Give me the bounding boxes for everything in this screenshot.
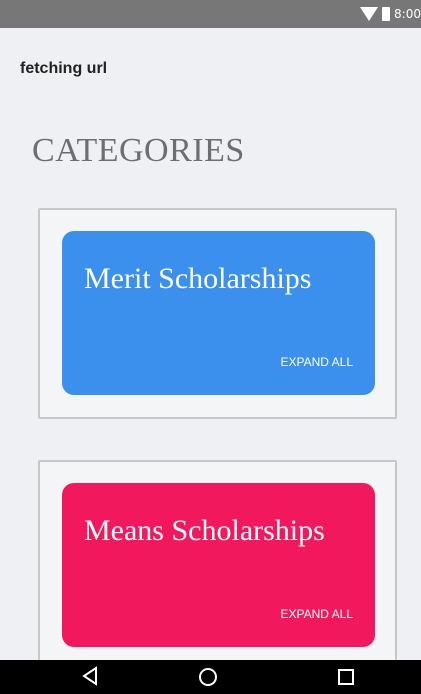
status-bar: 8:00 xyxy=(0,0,421,28)
back-icon[interactable] xyxy=(77,666,103,692)
category-card: Means Scholarships EXPAND ALL xyxy=(38,460,397,671)
section-title: CATEGORIES xyxy=(32,132,245,169)
battery-icon xyxy=(382,7,391,21)
navigation-bar xyxy=(0,660,421,694)
category-card-means[interactable]: Means Scholarships EXPAND ALL xyxy=(62,483,375,647)
status-time: 8:00 xyxy=(394,7,421,21)
status-icons: 8:00 xyxy=(360,0,421,28)
expand-all-button[interactable]: EXPAND ALL xyxy=(281,355,353,369)
expand-all-button[interactable]: EXPAND ALL xyxy=(281,607,353,621)
wifi-icon xyxy=(360,7,379,21)
recent-apps-icon[interactable] xyxy=(333,666,359,692)
category-title: Merit Scholarships xyxy=(84,262,312,295)
url-status-text: fetching url xyxy=(20,60,108,77)
category-card: Merit Scholarships EXPAND ALL xyxy=(38,208,397,419)
home-icon[interactable] xyxy=(195,666,221,692)
category-card-merit[interactable]: Merit Scholarships EXPAND ALL xyxy=(62,231,375,395)
category-title: Means Scholarships xyxy=(84,514,325,547)
